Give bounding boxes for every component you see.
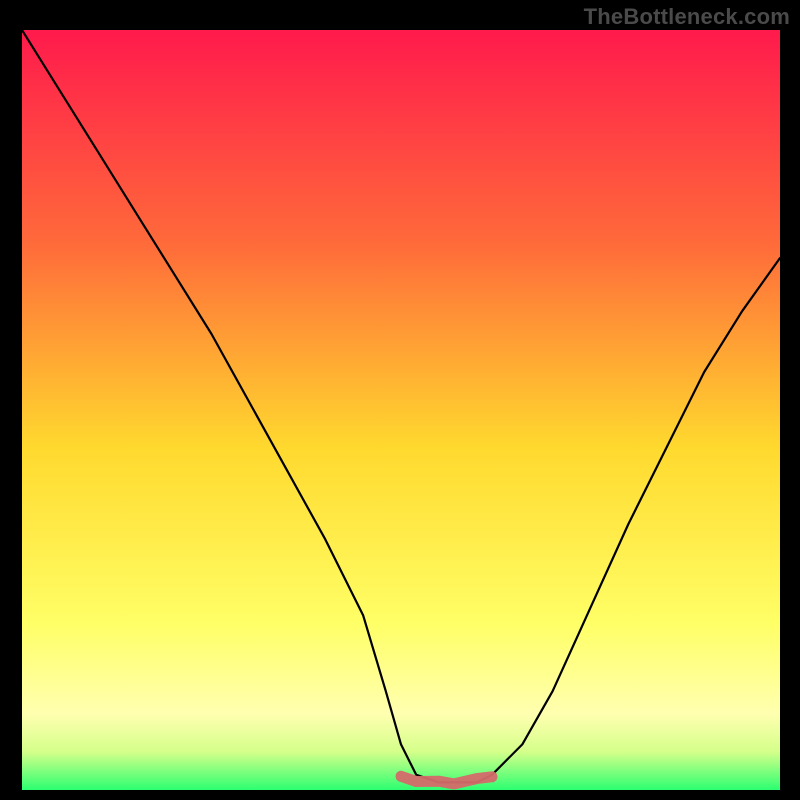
optimal-band-curve	[401, 776, 492, 784]
watermark-text: TheBottleneck.com	[584, 4, 790, 30]
plot-area	[22, 30, 780, 790]
bottleneck-curve	[22, 30, 780, 782]
chart-frame: TheBottleneck.com	[0, 0, 800, 800]
curve-layer	[22, 30, 780, 790]
